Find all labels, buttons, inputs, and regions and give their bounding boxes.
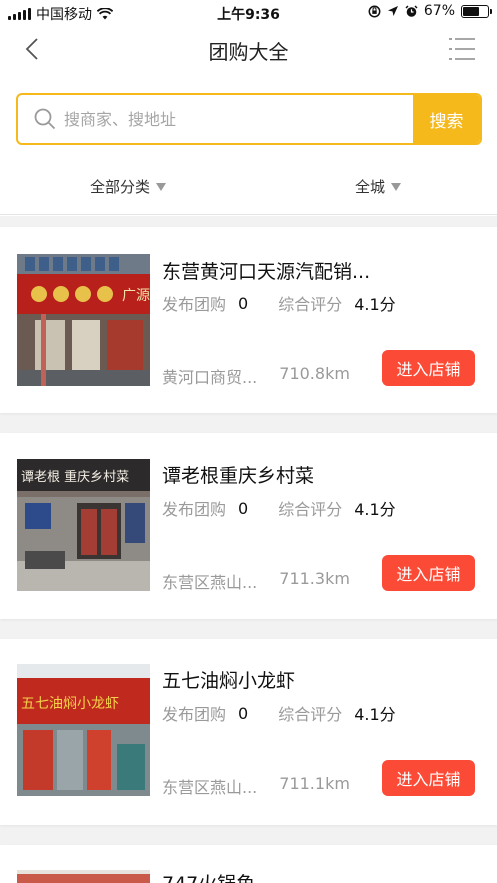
dropdown-triangle-icon: [156, 182, 167, 191]
enter-store-button[interactable]: 进入店铺: [382, 350, 475, 386]
dropdown-triangle-icon: [391, 182, 402, 191]
store-distance: 710.8km: [279, 364, 350, 383]
search-button[interactable]: 搜索: [413, 95, 480, 143]
store-stats: 发布团购 0 综合评分 4.1分: [162, 701, 426, 725]
search-icon: [34, 108, 56, 130]
city-filter-label: 全城: [355, 178, 386, 196]
search-bar: 搜索: [16, 93, 482, 145]
published-label: 发布团购: [162, 500, 227, 519]
rating-value: 4.1分: [354, 705, 396, 724]
published-label: 发布团购: [162, 295, 227, 314]
enter-store-button[interactable]: 进入店铺: [382, 760, 475, 796]
store-name: 谭老根重庆乡村菜: [162, 465, 315, 487]
store-card[interactable]: 广源 东营黄河口天源汽配销... 发布团购 0 综合评分 4.1分 黄河口商贸.…: [0, 227, 497, 413]
search-field[interactable]: [18, 95, 413, 143]
store-address: 黄河口商贸...: [162, 368, 258, 387]
rating-label: 综合评分: [278, 295, 343, 314]
store-name: 747火锅鱼: [162, 869, 482, 883]
battery-percent: 67%: [423, 3, 455, 19]
search-input[interactable]: [64, 109, 364, 129]
published-label: 发布团购: [162, 705, 227, 724]
rating-value: 4.1分: [354, 295, 396, 314]
rating-label: 综合评分: [278, 500, 343, 519]
list-menu-icon[interactable]: [447, 34, 477, 64]
sign-text: 谭老根 重庆乡村菜: [21, 469, 129, 485]
store-address: 东营区燕山...: [162, 778, 258, 797]
page-title: 团购大全: [208, 40, 289, 64]
published-count: 0: [238, 703, 249, 723]
store-photo: 五七油焖小龙虾: [17, 664, 150, 796]
published-count: 0: [238, 293, 249, 313]
store-card[interactable]: 谭老根 重庆乡村菜 谭老根重庆乡村菜 发布团购 0 综合评分 4.1分 东营区燕…: [0, 433, 497, 619]
store-address: 东营区燕山...: [162, 573, 258, 592]
store-photo: 广源: [17, 254, 150, 386]
filter-divider: [0, 214, 497, 215]
navigation-bar: 团购大全: [0, 26, 497, 70]
header-area: 中国移动 上午9:36 67% 团购大全 搜索 全部分类 全城: [0, 0, 497, 216]
store-name: 五七油焖小龙虾: [162, 670, 296, 692]
store-location: 黄河口商贸... 710.8km: [162, 364, 350, 388]
enter-store-button[interactable]: 进入店铺: [382, 555, 475, 591]
alarm-icon: [405, 4, 418, 17]
sign-text: 五七油焖小龙虾: [21, 696, 119, 712]
store-distance: 711.1km: [279, 774, 350, 793]
store-location: 东营区燕山... 711.1km: [162, 774, 350, 798]
store-photo: [17, 869, 150, 883]
city-filter[interactable]: 全城: [355, 176, 402, 197]
category-filter[interactable]: 全部分类: [90, 176, 167, 197]
store-stats: 发布团购 0 综合评分 4.1分: [162, 291, 426, 315]
store-photo: 谭老根 重庆乡村菜: [17, 459, 150, 591]
status-bar: 中国移动 上午9:36 67%: [0, 0, 497, 26]
store-card[interactable]: 747火锅鱼: [0, 845, 497, 883]
rating-value: 4.1分: [354, 500, 396, 519]
store-distance: 711.3km: [279, 569, 350, 588]
status-right: 67%: [368, 3, 492, 19]
category-filter-label: 全部分类: [90, 178, 151, 196]
store-card[interactable]: 五七油焖小龙虾 五七油焖小龙虾 发布团购 0 综合评分 4.1分 东营区燕山..…: [0, 639, 497, 825]
location-icon: [387, 6, 398, 16]
rating-label: 综合评分: [278, 705, 343, 724]
filter-bar: 全部分类 全城: [0, 168, 497, 206]
orientation-lock-icon: [368, 5, 381, 17]
store-name: 东营黄河口天源汽配销...: [162, 261, 371, 283]
store-stats: 发布团购 0 综合评分 4.1分: [162, 496, 426, 520]
published-count: 0: [238, 498, 249, 518]
store-location: 东营区燕山... 711.3km: [162, 569, 350, 593]
battery-icon: [461, 4, 492, 18]
sign-text: 广源: [122, 288, 150, 304]
